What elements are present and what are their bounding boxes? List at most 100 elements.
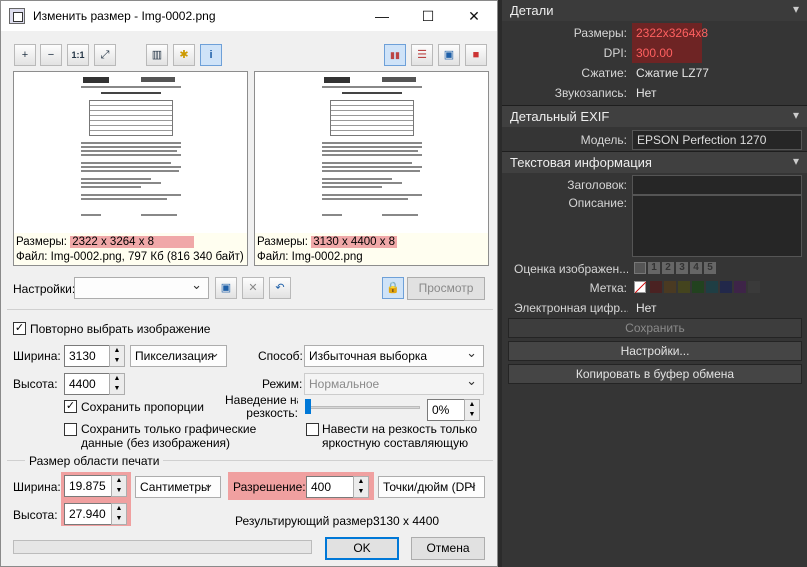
print-width-spinner[interactable]: ▲ ▼ (111, 475, 127, 497)
height-spinner[interactable]: ▲ ▼ (109, 373, 125, 395)
settings-button[interactable]: Настройки... (508, 341, 802, 361)
document-thumbnail (312, 74, 432, 234)
rating-2[interactable]: 2 (662, 262, 674, 274)
description-label: Описание: (568, 196, 627, 210)
preview-button[interactable]: Просмотр (407, 277, 485, 300)
resolution-input[interactable]: 400 (306, 476, 354, 498)
result-info: Размеры: 3130 x 4400 x 8 Файл: Img-0002.… (255, 233, 488, 265)
save-preset-icon[interactable]: ▣ (215, 277, 237, 299)
method-label: Способ: (258, 349, 303, 363)
save-button[interactable]: Сохранить (508, 318, 802, 338)
heading-field[interactable] (632, 175, 802, 195)
digital-label: Электронная цифр... (514, 301, 628, 315)
dpi-label: DPI: (603, 46, 627, 60)
copy-clipboard-button[interactable]: Копировать в буфер обмена (508, 364, 802, 384)
reselect-checkbox[interactable]: ✓ (13, 322, 26, 335)
print-height-input[interactable]: 27.940 (64, 503, 112, 525)
mark-swatch[interactable] (678, 281, 690, 293)
print-group-label: Размер области печати (25, 454, 164, 468)
mark-swatch[interactable] (706, 281, 718, 293)
print-unit-combo[interactable]: Сантиметры (135, 476, 221, 498)
undo-icon[interactable]: ↶ (269, 277, 291, 299)
mark-swatch[interactable] (664, 281, 676, 293)
reselect-label: Повторно выбрать изображение (30, 322, 211, 336)
size-value: 2322 x 3264 x 8 (70, 236, 195, 248)
sharpen-label: Наведение на резкость: (225, 394, 298, 420)
description-field[interactable] (632, 195, 802, 257)
mark-swatch[interactable] (734, 281, 746, 293)
mark-none-icon[interactable] (634, 281, 647, 294)
view-side-by-side-icon[interactable]: ▮▮ (384, 44, 406, 66)
ok-button[interactable]: OK (325, 537, 399, 560)
zoom-out-icon[interactable]: − (40, 44, 62, 66)
mark-swatch[interactable] (692, 281, 704, 293)
document-thumbnail (71, 74, 191, 234)
size-label: Размеры: (16, 236, 67, 248)
resolution-label: Разрешение: (233, 480, 306, 494)
print-width-input[interactable]: 19.875 (64, 475, 112, 497)
delete-preset-icon[interactable]: ✕ (242, 277, 264, 299)
minimize-button[interactable]: — (359, 1, 405, 31)
rating-1[interactable]: 1 (648, 262, 660, 274)
rating-clear-icon[interactable] (634, 262, 646, 274)
settings-combo[interactable] (74, 277, 209, 299)
cancel-button[interactable]: Отмена (411, 537, 485, 560)
resolution-spinner[interactable]: ▲ ▼ (353, 476, 369, 498)
close-button[interactable]: ✕ (451, 1, 497, 31)
result-preview[interactable]: Размеры: 3130 x 4400 x 8 Файл: Img-0002.… (254, 71, 489, 266)
size-label: Размеры: (257, 236, 308, 248)
sharpen-bright-checkbox[interactable] (306, 423, 319, 436)
resolution-unit-combo[interactable]: Точки/дюйм (DPI (378, 476, 485, 498)
graphic-only-label: Сохранить только графические данные (без … (81, 422, 257, 450)
graphic-only-checkbox[interactable] (64, 423, 77, 436)
unit-combo[interactable]: Пикселизация (130, 345, 227, 367)
size-value: 3130 x 4400 x 8 (311, 236, 398, 248)
sharpen-input[interactable]: 0% (427, 399, 465, 421)
compression-label: Сжатие: (581, 66, 627, 80)
lock-icon[interactable]: 🔒 (382, 277, 404, 299)
mark-swatch[interactable] (720, 281, 732, 293)
maximize-button[interactable]: ☐ (405, 1, 451, 31)
text-info-header[interactable]: Текстовая информация (502, 151, 807, 173)
settings-label: Настройки: (13, 282, 76, 296)
details-header[interactable]: Детали (502, 0, 807, 21)
view-result-icon[interactable]: ■ (465, 44, 487, 66)
audio-value: Нет (636, 86, 657, 100)
keep-ratio-label: Сохранить пропорции (81, 400, 204, 414)
sharpen-spinner[interactable]: ▲ ▼ (464, 399, 480, 421)
fit-window-icon[interactable]: ⤢ (94, 44, 116, 66)
mode-combo[interactable]: Нормальное (304, 373, 484, 395)
rating-4[interactable]: 4 (690, 262, 702, 274)
model-field[interactable]: EPSON Perfection 1270 (632, 130, 802, 150)
rating-5[interactable]: 5 (704, 262, 716, 274)
dims-label: Размеры: (573, 26, 627, 40)
method-combo[interactable]: Избыточная выборка (304, 345, 484, 367)
print-height-label: Высота: (13, 508, 58, 522)
rating-3[interactable]: 3 (676, 262, 688, 274)
height-input[interactable]: 4400 (64, 373, 110, 395)
effects-icon[interactable]: ✱ (173, 44, 195, 66)
actual-size-icon[interactable]: 1:1 (67, 44, 89, 66)
height-label: Высота: (13, 377, 58, 391)
view-original-icon[interactable]: ▣ (438, 44, 460, 66)
print-height-spinner[interactable]: ▲ ▼ (111, 503, 127, 525)
info-icon[interactable]: i (200, 44, 222, 66)
width-input[interactable]: 3130 (64, 345, 110, 367)
sharpen-slider-track[interactable] (307, 406, 420, 409)
histogram-icon[interactable]: ▥ (146, 44, 168, 66)
mode-label: Режим: (262, 377, 303, 391)
zoom-in-icon[interactable]: + (14, 44, 36, 66)
view-stacked-icon[interactable]: ☰ (411, 44, 433, 66)
mark-swatch[interactable] (650, 281, 662, 293)
heading-label: Заголовок: (567, 178, 627, 192)
exif-header[interactable]: Детальный EXIF (502, 105, 807, 127)
dims-value: 2322x3264x8 (636, 26, 709, 40)
width-spinner[interactable]: ▲ ▼ (109, 345, 125, 367)
keep-ratio-checkbox[interactable]: ✓ (64, 400, 77, 413)
mark-swatch[interactable] (748, 281, 760, 293)
sharpen-slider-thumb[interactable] (305, 399, 311, 414)
print-width-label: Ширина: (13, 480, 61, 494)
original-preview[interactable]: Размеры: 2322 x 3264 x 8 Файл: Img-0002.… (13, 71, 248, 266)
file-info: Файл: Img-0002.png, 797 Кб (816 340 байт… (16, 251, 244, 263)
title-bar: Изменить размер - Img-0002.png — ☐ ✕ (1, 1, 497, 31)
